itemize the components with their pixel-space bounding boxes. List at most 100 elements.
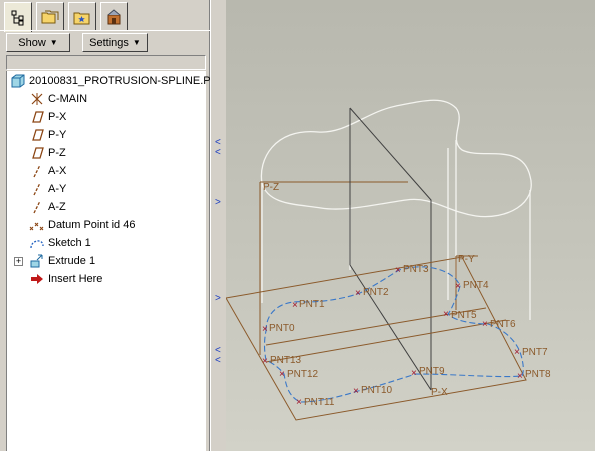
insert-arrow-icon [31,274,43,284]
tree-filter-bar[interactable] [6,55,206,70]
chevron-down-icon: ▼ [49,38,58,47]
point-label: PNT13 [270,355,302,366]
plane-label-py: P-Y [458,254,475,265]
tree-item-label: A-Y [48,183,67,195]
tab-divider [0,30,210,31]
tree-item-label: Sketch 1 [48,237,91,249]
extrude-icon [30,254,43,268]
datum-point-pnt7[interactable]: × PNT7 [514,347,548,358]
datum-point-icon [29,222,44,231]
tab-connections[interactable] [100,2,128,30]
expand-extrude-toggle[interactable]: + [14,257,23,266]
datum-plane-icon [32,111,44,123]
tab-folder-browser[interactable] [36,2,64,30]
datum-point-pnt1[interactable]: × PNT1 [292,299,325,311]
datum-point-pnt6[interactable]: × PNT6 [482,319,516,330]
tree-item-a-z[interactable]: A-Z [29,198,229,216]
point-label: PNT7 [522,347,548,358]
svg-text:×: × [514,347,520,358]
tree-item-label: Extrude 1 [48,255,96,267]
tree-item-label: A-X [48,165,67,177]
panel-splitter[interactable]: < < > > < < [210,0,226,451]
tab-model-tree[interactable] [4,2,32,32]
tree-item-a-y[interactable]: A-Y [29,180,229,198]
point-label: PNT4 [463,280,489,291]
datum-point-pnt5[interactable]: × PNT5 [443,309,477,321]
graphics-window[interactable]: P-Z P-Y P-X × PNT0 × PNT1 × PNT2 × PNT3 … [226,0,595,451]
tree-item-label: Insert Here [48,273,103,285]
point-label: PNT9 [419,366,445,377]
favorites-icon [73,12,90,24]
show-button[interactable]: Show ▼ [6,33,70,52]
tree-item-datum-point[interactable]: Datum Point id 46 [29,216,229,234]
datum-point-pnt11[interactable]: × PNT11 [296,397,335,408]
svg-text:×: × [411,368,417,379]
tree-root[interactable]: 20100831_PROTRUSION-SPLINE.PI [10,72,210,90]
datum-point-pnt9[interactable]: × PNT9 [411,366,445,379]
datum-point-pnt12[interactable]: × PNT12 [279,369,319,380]
tree-item-p-z[interactable]: P-Z [29,144,229,162]
expand-right-icon[interactable]: > [215,198,221,208]
point-label: PNT2 [363,287,389,298]
svg-text:×: × [395,265,401,276]
svg-text:×: × [292,300,298,311]
point-label: PNT11 [304,397,335,408]
point-label: PNT3 [403,264,429,275]
navigator-toolbar: Show ▼ Settings ▼ [4,33,206,53]
point-label: PNT8 [525,369,551,380]
model-tree: 20100831_PROTRUSION-SPLINE.PI C-MAIN P-X… [6,71,210,451]
datum-point-pnt0[interactable]: × PNT0 [262,323,295,335]
point-label: PNT1 [299,299,325,310]
svg-text:×: × [353,386,359,397]
datum-axis-icon [33,200,41,214]
tree-item-label: C-MAIN [48,93,88,105]
datum-point-pnt13[interactable]: × PNT13 [262,355,302,367]
tree-item-a-x[interactable]: A-X [29,162,229,180]
plane-label-pz: P-Z [263,182,279,193]
navigator-panel: Show ▼ Settings ▼ 20100831_PROTRUSION-SP… [0,0,210,451]
show-label: Show [18,36,46,49]
datum-axis-icon [33,182,41,196]
svg-text:×: × [355,288,361,299]
tree-item-label: A-Z [48,201,66,213]
point-label: PNT5 [451,310,477,321]
extrude-solid [260,99,532,320]
chevron-down-icon: ▼ [132,38,141,47]
tree-item-p-y[interactable]: P-Y [29,126,229,144]
collapse-left-icon[interactable]: < [215,148,221,158]
settings-button[interactable]: Settings ▼ [82,33,148,52]
model-canvas[interactable]: P-Z P-Y P-X × PNT0 × PNT1 × PNT2 × PNT3 … [226,0,595,451]
datum-point-pnt8[interactable]: × PNT8 [517,369,551,382]
tree-item-p-x[interactable]: P-X [29,108,229,126]
svg-text:×: × [482,319,488,330]
tree-item-c-main[interactable]: C-MAIN [29,90,229,108]
tree-item-sketch[interactable]: Sketch 1 [29,234,229,252]
svg-text:×: × [443,309,449,320]
tree-item-extrude[interactable]: Extrude 1 [29,252,229,270]
sketch-icon [30,240,44,249]
coordinate-system-icon [31,93,43,105]
datum-point-pnt4[interactable]: × PNT4 [455,280,489,292]
expand-right-icon[interactable]: > [215,294,221,304]
datum-axis-icon [33,164,41,178]
plane-label-px: P-X [431,387,448,398]
point-label: PNT6 [490,319,516,330]
svg-text:×: × [517,371,523,382]
tree-item-insert-here[interactable]: Insert Here [29,270,229,288]
collapse-left-icon[interactable]: < [215,356,221,366]
svg-text:×: × [279,369,285,380]
datum-point-pnt3[interactable]: × PNT3 [395,264,429,276]
tab-favorites[interactable] [68,2,96,30]
datum-planes [226,107,527,421]
navigator-tabs [4,2,204,32]
svg-text:×: × [262,324,268,335]
part-icon [11,74,25,88]
datum-point-pnt2[interactable]: × PNT2 [355,287,389,299]
datum-plane-icon [32,147,44,159]
tree-root-label: 20100831_PROTRUSION-SPLINE.PI [29,75,210,87]
tree-item-label: P-X [48,111,67,123]
svg-text:×: × [455,281,461,292]
tree-item-label: P-Z [48,147,66,159]
tree-item-label: P-Y [48,129,67,141]
svg-text:×: × [296,397,302,408]
